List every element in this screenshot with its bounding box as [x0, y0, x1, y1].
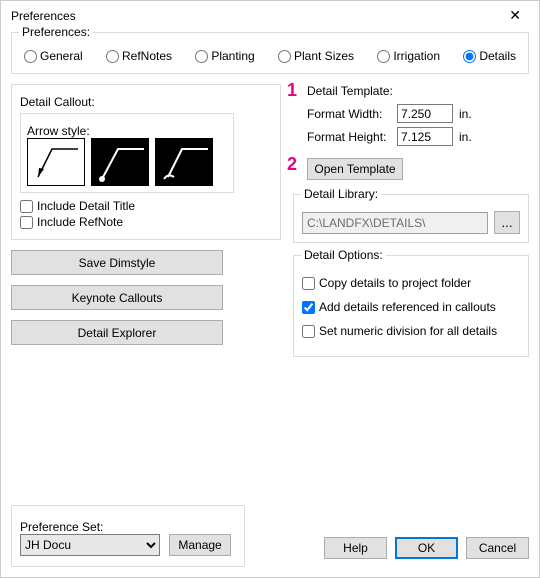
- numeric-division-label: Set numeric division for all details: [319, 324, 497, 338]
- close-icon[interactable]: ✕: [503, 7, 527, 24]
- left-column: Detail Callout: Arrow style:: [11, 78, 281, 357]
- tab-plant-sizes-label: Plant Sizes: [294, 49, 354, 63]
- right-column: 1 Detail Template: Format Width: in. For…: [293, 78, 529, 357]
- preferences-legend: Preferences:: [19, 25, 93, 39]
- tab-planting-label: Planting: [211, 49, 254, 63]
- height-unit: in.: [459, 130, 472, 144]
- preference-set-select[interactable]: JH Docu: [20, 534, 160, 556]
- tab-details[interactable]: Details: [463, 49, 516, 63]
- ok-button[interactable]: OK: [395, 537, 458, 559]
- format-height-label: Format Height:: [307, 130, 397, 144]
- arrow-icon: [28, 139, 86, 187]
- detail-library-legend: Detail Library:: [301, 187, 381, 201]
- arrow-style-legend: Arrow style:: [27, 124, 90, 138]
- add-referenced-check[interactable]: Add details referenced in callouts: [302, 300, 520, 314]
- preference-set-group: Preference Set: JH Docu Manage: [11, 505, 245, 567]
- detail-callout-group: Detail Callout: Arrow style:: [11, 84, 281, 240]
- tab-row: General RefNotes Planting Plant Sizes Ir…: [20, 43, 520, 65]
- arrow-style-1[interactable]: [27, 138, 85, 186]
- include-detail-title-check[interactable]: Include Detail Title: [20, 199, 272, 213]
- tab-general[interactable]: General: [24, 49, 83, 63]
- preferences-window: Preferences ✕ Preferences: General RefNo…: [0, 0, 540, 578]
- bottom-bar: Preference Set: JH Docu Manage Help OK C…: [11, 505, 529, 567]
- detail-explorer-button[interactable]: Detail Explorer: [11, 320, 223, 345]
- detail-library-path: [302, 212, 488, 234]
- annotation-2: 2: [287, 154, 297, 175]
- numeric-division-check[interactable]: Set numeric division for all details: [302, 324, 520, 338]
- format-width-input[interactable]: [397, 104, 453, 123]
- manage-button[interactable]: Manage: [169, 534, 230, 556]
- open-template-button[interactable]: Open Template: [307, 158, 403, 180]
- save-dimstyle-button[interactable]: Save Dimstyle: [11, 250, 223, 275]
- arrow-style-3[interactable]: [155, 138, 213, 186]
- copy-details-check[interactable]: Copy details to project folder: [302, 276, 520, 290]
- arrow-icon: [156, 139, 214, 187]
- tab-plant-sizes[interactable]: Plant Sizes: [278, 49, 354, 63]
- tab-irrigation-label: Irrigation: [393, 49, 440, 63]
- tab-details-label: Details: [479, 49, 516, 63]
- format-width-label: Format Width:: [307, 107, 397, 121]
- tab-refnotes[interactable]: RefNotes: [106, 49, 172, 63]
- preference-set-legend: Preference Set:: [20, 520, 103, 534]
- tab-planting[interactable]: Planting: [195, 49, 254, 63]
- browse-button[interactable]: ...: [494, 211, 520, 234]
- add-referenced-label: Add details referenced in callouts: [319, 300, 496, 314]
- format-height-input[interactable]: [397, 127, 453, 146]
- width-unit: in.: [459, 107, 472, 121]
- include-detail-title-label: Include Detail Title: [37, 199, 135, 213]
- detail-options-legend: Detail Options:: [301, 248, 386, 262]
- detail-template-group: Detail Template: Format Width: in. Forma…: [293, 84, 529, 180]
- detail-options-group: Detail Options: Copy details to project …: [293, 255, 529, 357]
- keynote-callouts-button[interactable]: Keynote Callouts: [11, 285, 223, 310]
- titlebar: Preferences ✕: [1, 1, 539, 28]
- help-button[interactable]: Help: [324, 537, 387, 559]
- detail-library-group: Detail Library: ...: [293, 194, 529, 243]
- arrow-style-2[interactable]: [91, 138, 149, 186]
- arrow-icon: [92, 139, 150, 187]
- preferences-group: Preferences: General RefNotes Planting P…: [11, 32, 529, 74]
- window-title: Preferences: [11, 9, 76, 23]
- cancel-button[interactable]: Cancel: [466, 537, 529, 559]
- tab-refnotes-label: RefNotes: [122, 49, 172, 63]
- detail-template-legend: Detail Template:: [307, 84, 529, 98]
- tab-general-label: General: [40, 49, 83, 63]
- include-refnote-label: Include RefNote: [37, 215, 123, 229]
- dialog-buttons: Help OK Cancel: [324, 537, 529, 559]
- copy-details-label: Copy details to project folder: [319, 276, 471, 290]
- tab-irrigation[interactable]: Irrigation: [377, 49, 440, 63]
- arrow-style-group: Arrow style:: [20, 113, 234, 193]
- detail-callout-legend: Detail Callout:: [20, 95, 95, 109]
- include-refnote-check[interactable]: Include RefNote: [20, 215, 272, 229]
